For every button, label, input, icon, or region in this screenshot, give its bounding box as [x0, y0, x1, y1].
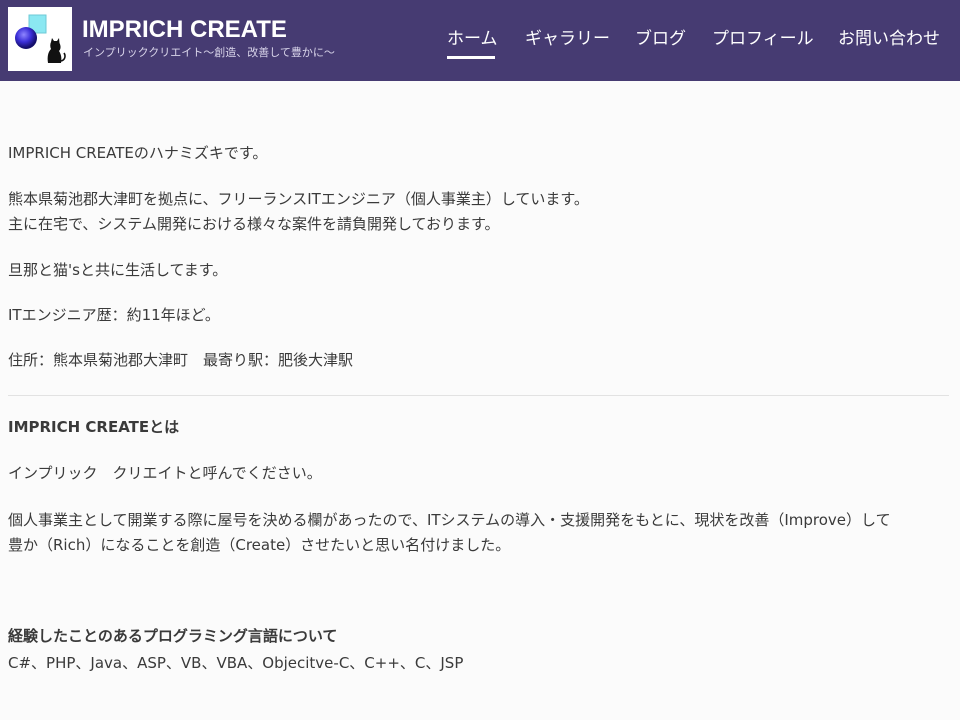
nav-item-home[interactable]: ホーム [447, 27, 498, 51]
nav-item-blog[interactable]: ブログ [635, 27, 686, 51]
nav-item-contact[interactable]: お問い合わせ [838, 27, 940, 51]
nav-item-gallery[interactable]: ギャラリー [525, 27, 610, 51]
about-reading-text: インプリック クリエイトと呼んでください。 [8, 464, 322, 482]
about-heading: IMPRICH CREATEとは [8, 418, 180, 436]
work-text-line2: 主に在宅で、システム開発における様々な案件を請負開発しております。 [8, 215, 500, 233]
languages-list: C#、PHP、Java、ASP、VB、VBA、Objecitve-C、C++、C… [8, 654, 464, 672]
about-text-line2: 豊か（Rich）になることを創造（Create）させたいと思い名付けました。 [8, 536, 511, 554]
about-text-line1: 個人事業主として開業する際に屋号を決める欄があったので、ITシステムの導入・支援… [8, 511, 891, 529]
main-nav: ホーム ギャラリー ブログ プロフィール お問い合わせ [0, 0, 960, 81]
languages-heading: 経験したことのあるプログラミング言語について [8, 627, 338, 645]
section-divider [8, 395, 949, 396]
address-text: 住所：熊本県菊池郡大津町 最寄り駅：肥後大津駅 [8, 351, 354, 369]
work-text-line1: 熊本県菊池郡大津町を拠点に、フリーランスITエンジニア（個人事業主）しています。 [8, 190, 589, 208]
nav-item-profile[interactable]: プロフィール [712, 27, 814, 51]
family-text: 旦那と猫'sと共に生活してます。 [8, 261, 228, 279]
intro-text: IMPRICH CREATEのハナミズキです。 [8, 144, 268, 162]
nav-active-indicator [447, 56, 495, 59]
experience-text: ITエンジニア歴：約11年ほど。 [8, 306, 220, 324]
site-header: IMPRICH CREATE インプリッククリエイト〜創造、改善して豊かに〜 ホ… [0, 0, 960, 81]
